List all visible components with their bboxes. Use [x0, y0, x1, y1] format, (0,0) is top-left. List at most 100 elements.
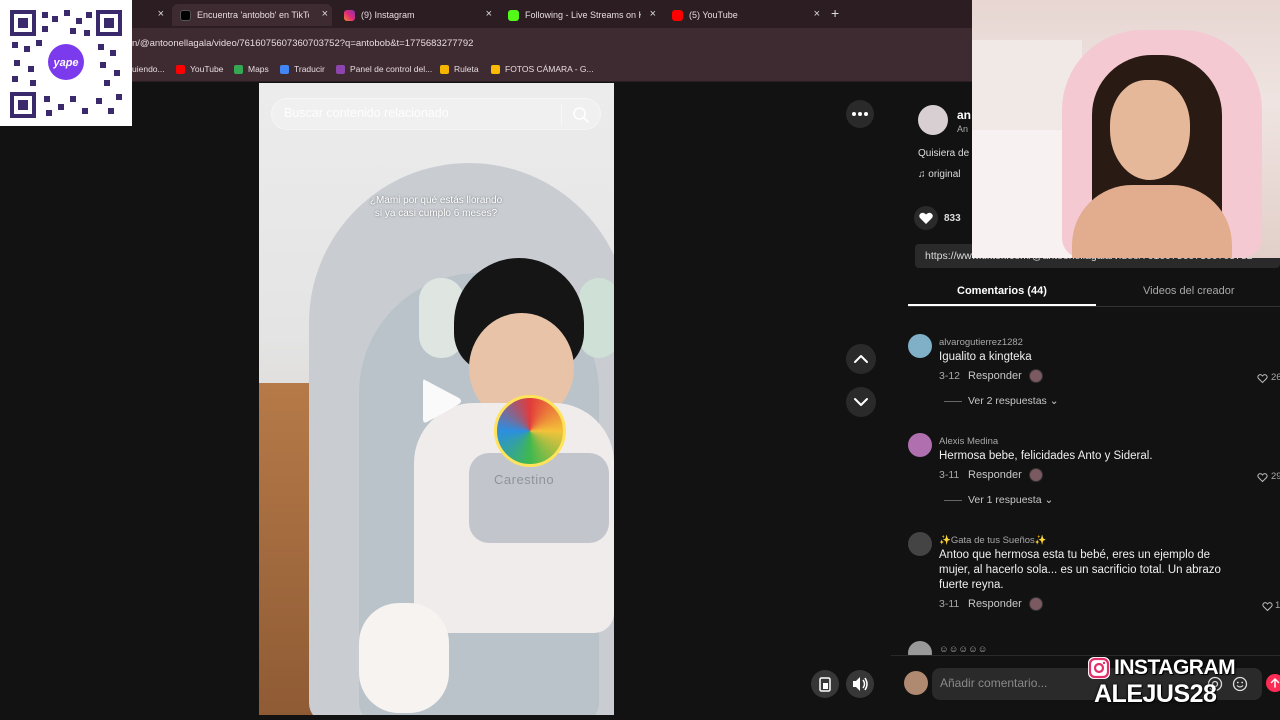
maps-icon: [234, 64, 243, 74]
roulette-icon: [440, 64, 449, 74]
music-row[interactable]: ♫ original: [918, 169, 961, 180]
chevron-down-icon: [854, 398, 868, 406]
reply-button[interactable]: Responder: [968, 598, 1022, 610]
volume-button[interactable]: [846, 670, 874, 698]
tab-title: Encuentra 'antobob' en TikTok |: [197, 10, 309, 20]
heart-outline-icon[interactable]: [1257, 472, 1268, 483]
author-avatar[interactable]: [918, 105, 948, 135]
search-icon[interactable]: [572, 106, 590, 124]
comment-avatar[interactable]: [908, 433, 932, 457]
drive-icon: [491, 64, 500, 74]
tabs-divider: [908, 306, 1280, 307]
bookmark-maps[interactable]: Maps: [234, 64, 269, 74]
comment-like-count: 1: [1275, 600, 1280, 611]
kick-icon: [508, 9, 519, 21]
tab-tiktok[interactable]: Encuentra 'antobob' en TikTok | ×: [172, 4, 332, 26]
more-options-button[interactable]: [846, 100, 874, 128]
instagram-label: INSTAGRAM: [1114, 656, 1236, 679]
comment-date: 3-11: [939, 469, 960, 481]
next-video-button[interactable]: [846, 387, 876, 417]
tab-close-icon[interactable]: ×: [322, 8, 328, 20]
bookmark-label: Panel de control del...: [350, 64, 433, 74]
qr-code-icon: yape: [8, 8, 124, 120]
bookmark-label: uiendo...: [132, 64, 165, 74]
bookmark-ruleta[interactable]: Ruleta: [440, 64, 479, 74]
search-input[interactable]: [284, 106, 554, 120]
like-button[interactable]: [914, 206, 938, 230]
comment-username[interactable]: ☺☺☺☺☺: [939, 644, 988, 655]
picture-in-picture-icon: [819, 677, 831, 692]
previous-video-button[interactable]: [846, 344, 876, 374]
tab-title: (9) Instagram: [361, 10, 415, 20]
related-search-bar[interactable]: [271, 98, 601, 130]
heart-outline-icon[interactable]: [1257, 373, 1268, 384]
video-strap: [469, 453, 609, 543]
comment-username[interactable]: Alexis Medina: [939, 436, 998, 447]
comment-avatar[interactable]: [908, 334, 932, 358]
ellipsis-icon: [852, 112, 868, 116]
view-replies-button[interactable]: Ver 2 respuestas ⌄: [968, 395, 1059, 407]
like-count: 833: [944, 213, 961, 224]
comment-username[interactable]: ✨Gata de tus Sueños✨: [939, 535, 1047, 546]
comment-text: Antoo que hermosa esta tu bebé, eres un …: [939, 549, 1211, 561]
bookmark-label: YouTube: [190, 64, 224, 74]
creator-liked-avatar: [1029, 468, 1043, 482]
tab-creator-videos[interactable]: Videos del creador: [1143, 285, 1235, 297]
instagram-icon: [344, 9, 355, 21]
caption-line: ¿Mami por qué estás llorando: [369, 195, 503, 206]
reply-button[interactable]: Responder: [968, 469, 1022, 481]
pip-button[interactable]: [811, 670, 839, 698]
address-bar[interactable]: n/@antoonellagala/video/7616075607360703…: [0, 28, 972, 58]
bookmark-label: Ruleta: [454, 64, 479, 74]
comment-text: Igualito a kingteka: [939, 351, 1032, 363]
my-avatar: [904, 671, 928, 695]
bookmark-item[interactable]: uiendo...: [132, 64, 165, 74]
tab-comments[interactable]: Comentarios (44): [957, 285, 1047, 297]
comment-like-count: 29: [1271, 471, 1280, 482]
author-name[interactable]: an: [957, 108, 971, 122]
video-caption: ¿Mami por qué estás llorando si ya casi …: [330, 194, 542, 220]
webcam-streamer-face: [1110, 80, 1190, 180]
tab-kick[interactable]: Following - Live Streams on Kic ×: [500, 4, 660, 26]
view-replies-button[interactable]: Ver 1 respuesta ⌄: [968, 494, 1053, 506]
comment-date: 3-11: [939, 598, 960, 610]
tab-close-icon[interactable]: ×: [814, 8, 820, 20]
screen: × Encuentra 'antobob' en TikTok | × (9) …: [0, 0, 1280, 720]
heart-outline-icon[interactable]: [1262, 601, 1273, 612]
bookmark-traducir[interactable]: Traducir: [280, 64, 325, 74]
bookmark-fotos[interactable]: FOTOS CÁMARA - G...: [491, 64, 594, 74]
new-tab-button[interactable]: +: [831, 5, 839, 21]
tab-close-icon[interactable]: ×: [650, 8, 656, 20]
tab-youtube[interactable]: (5) YouTube ×: [664, 4, 824, 26]
reply-button[interactable]: Responder: [968, 370, 1022, 382]
replies-line: [944, 500, 962, 501]
tab-close-icon[interactable]: ×: [158, 8, 164, 20]
instagram-handle: ALEJUS28: [1094, 680, 1217, 708]
youtube-icon: [176, 64, 185, 74]
bookmarks-bar: uiendo... YouTube Maps Traducir Panel de…: [0, 58, 972, 82]
active-tab-indicator: [908, 304, 1096, 306]
instagram-glyph-icon: [1088, 657, 1110, 679]
comment-text: Hermosa bebe, felicidades Anto y Sideral…: [939, 450, 1153, 462]
tab-close-icon[interactable]: ×: [486, 8, 492, 20]
comment-text: fuerte reyna.: [939, 579, 1004, 591]
search-divider: [561, 105, 562, 125]
bookmark-youtube[interactable]: YouTube: [176, 64, 223, 74]
webcam-overlay: [972, 0, 1280, 258]
play-icon[interactable]: [419, 376, 463, 426]
comment-like-count: 26: [1271, 372, 1280, 383]
creator-liked-avatar: [1029, 369, 1043, 383]
bookmark-panel[interactable]: Panel de control del...: [336, 64, 432, 74]
tab-title: (5) YouTube: [689, 10, 738, 20]
yape-qr-code: yape: [0, 0, 132, 126]
url-text[interactable]: n/@antoonellagala/video/7616075607360703…: [132, 38, 473, 49]
chevron-up-icon: [854, 355, 868, 363]
comment-avatar[interactable]: [908, 532, 932, 556]
tab-hidden[interactable]: ×: [132, 4, 168, 26]
comment-username[interactable]: alvarogutierrez1282: [939, 337, 1023, 348]
tab-instagram[interactable]: (9) Instagram ×: [336, 4, 496, 26]
svg-text:yape: yape: [52, 57, 78, 69]
comment-text: mujer, al hacerlo sola... es un sacrific…: [939, 564, 1221, 576]
video-strap-label: Carestino: [494, 472, 555, 487]
heart-icon: [919, 212, 933, 224]
